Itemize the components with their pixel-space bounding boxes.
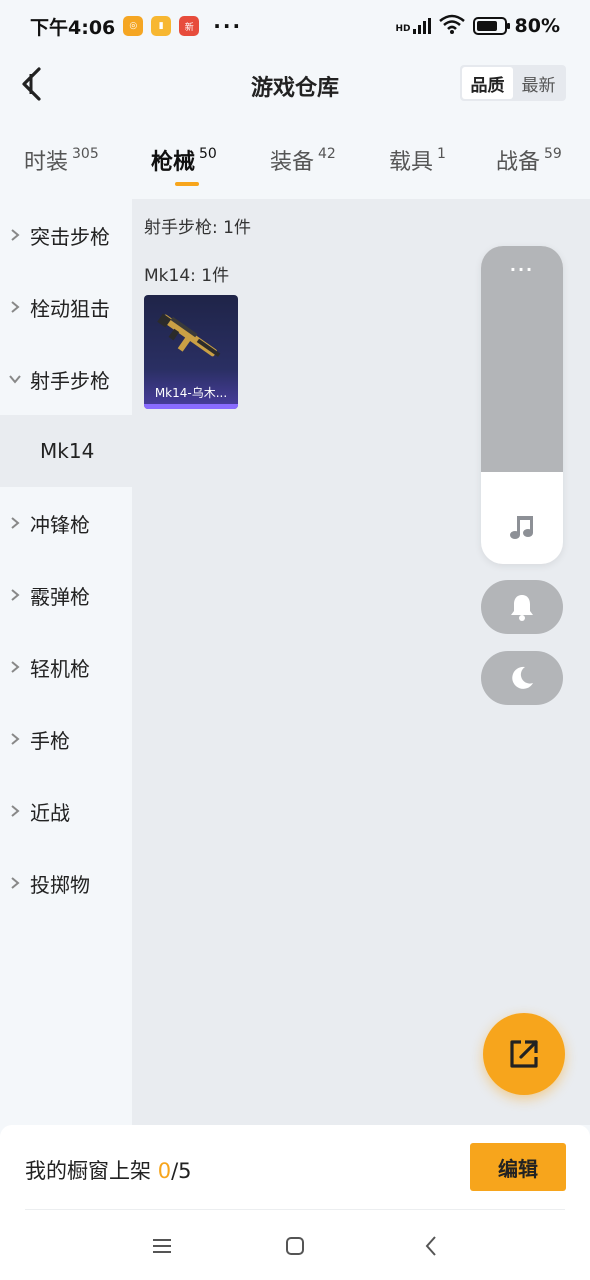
signal-icon: HD: [396, 18, 431, 34]
chevron-right-icon: [0, 228, 30, 242]
showcase-status: 我的橱窗上架 0/5: [25, 1155, 192, 1185]
sidebar-item-label: Mk14: [40, 439, 95, 463]
soul-app-icon: ◎: [123, 16, 144, 36]
sidebar-item-label: 投掷物: [30, 872, 90, 897]
external-link-icon: [510, 1040, 538, 1068]
sidebar-item-label: 霰弹枪: [30, 584, 90, 609]
category-tabs: 时装 305 枪械 50 装备 42 载具 1 战备 59: [0, 130, 590, 194]
tab-fashion[interactable]: 时装 305: [24, 144, 99, 176]
tab-count: 59: [544, 146, 562, 162]
home-square-icon: [286, 1237, 304, 1255]
menu-nav-button[interactable]: [147, 1231, 177, 1261]
chevron-down-icon: [0, 374, 30, 384]
news-app-icon: 新: [179, 16, 200, 36]
back-chevron-icon: [425, 1236, 436, 1256]
tab-count: 42: [318, 146, 336, 162]
tab-count: 305: [72, 146, 99, 162]
sidebar-item-label: 冲锋枪: [30, 512, 90, 537]
sort-quality-option[interactable]: 品质: [462, 67, 513, 99]
tab-count: 50: [199, 146, 217, 162]
tab-equipment[interactable]: 装备 42: [270, 144, 336, 176]
tab-count: 1: [437, 146, 446, 162]
app-header: 游戏仓库 品质 最新: [0, 52, 590, 116]
moon-button[interactable]: [481, 651, 563, 705]
home-nav-button[interactable]: [280, 1231, 310, 1261]
sidebar-item-smg[interactable]: 冲锋枪: [0, 487, 132, 559]
item-rarity-bar: [144, 404, 238, 409]
back-nav-button[interactable]: [416, 1231, 446, 1261]
tab-vehicles[interactable]: 载具 1: [389, 144, 446, 176]
sidebar-item-label: 手枪: [30, 728, 70, 753]
sidebar-item-label: 突击步枪: [30, 224, 110, 249]
group-summary: Mk14: 1件: [144, 266, 230, 286]
sort-newest-option[interactable]: 最新: [513, 67, 564, 99]
moon-icon: [512, 666, 533, 689]
tab-guns[interactable]: 枪械 50: [151, 144, 217, 176]
system-nav-bar: [0, 1211, 590, 1280]
chevron-right-icon: [0, 300, 30, 314]
tab-label: 装备: [270, 150, 315, 175]
sidebar-item-lmg[interactable]: 轻机枪: [0, 631, 132, 703]
weapon-sidebar: 突击步枪 栓动狙击 射手步枪 Mk14 冲锋枪 霰弹枪 轻机枪 手枪 近战 投掷…: [0, 199, 132, 1125]
sidebar-item-pistol[interactable]: 手枪: [0, 703, 132, 775]
more-icon: ···: [509, 260, 535, 279]
chevron-right-icon: [0, 588, 30, 602]
status-bar: 下午4:06 ◎ ▮ 新 ··· HD 80%: [0, 0, 590, 52]
tab-label: 战备: [496, 150, 541, 175]
battery-icon: [472, 17, 510, 35]
sidebar-item-label: 射手步枪: [30, 368, 110, 393]
showcase-total: /5: [171, 1159, 192, 1183]
sidebar-item-marksman-rifle[interactable]: 射手步枪: [0, 343, 132, 415]
showcase-label: 我的橱窗上架: [25, 1159, 151, 1183]
sidebar-item-label: 栓动狙击: [30, 296, 110, 321]
tab-label: 枪械: [151, 150, 196, 175]
battery-percent: 80%: [514, 15, 560, 37]
item-card[interactable]: Mk14-乌木...: [144, 295, 238, 409]
active-tab-indicator: [175, 182, 199, 186]
chevron-right-icon: [0, 732, 30, 746]
floating-panel-slider[interactable]: ···: [481, 246, 563, 472]
share-fab-button[interactable]: [483, 1013, 565, 1095]
sidebar-item-assault-rifle[interactable]: 突击步枪: [0, 199, 132, 271]
divider: [25, 1209, 565, 1210]
wifi-icon: [438, 14, 465, 39]
bell-button[interactable]: [481, 580, 563, 634]
rifle-icon: [157, 313, 221, 357]
sidebar-item-shotgun[interactable]: 霰弹枪: [0, 559, 132, 631]
category-summary: 射手步枪: 1件: [144, 218, 251, 238]
sidebar-item-melee[interactable]: 近战: [0, 775, 132, 847]
tab-tactical[interactable]: 战备 59: [496, 144, 562, 176]
floating-panel[interactable]: ···: [481, 246, 563, 564]
item-name: Mk14-乌木...: [154, 386, 228, 400]
status-time: 下午4:06: [30, 16, 116, 39]
tab-label: 时装: [24, 150, 69, 175]
showcase-count: 0: [157, 1159, 172, 1183]
sidebar-item-label: 轻机枪: [30, 656, 90, 681]
sidebar-item-throwable[interactable]: 投掷物: [0, 847, 132, 919]
status-more-icon: ···: [213, 14, 243, 38]
edit-button[interactable]: 编辑: [470, 1143, 566, 1191]
menu-icon: [153, 1239, 171, 1253]
sidebar-item-label: 近战: [30, 800, 70, 825]
chevron-right-icon: [0, 660, 30, 674]
tab-label: 载具: [389, 150, 434, 175]
sort-toggle: 品质 最新: [460, 65, 566, 101]
bell-icon: [511, 595, 533, 621]
music-icon[interactable]: [508, 514, 536, 542]
chevron-right-icon: [0, 876, 30, 890]
showcase-bar: 我的橱窗上架 0/5 编辑: [0, 1125, 590, 1211]
network-label: HD: [395, 24, 411, 34]
chevron-right-icon: [0, 516, 30, 530]
sidebar-subitem-mk14[interactable]: Mk14: [0, 415, 132, 487]
battery-fill: [476, 21, 498, 31]
chevron-right-icon: [0, 804, 30, 818]
sidebar-item-bolt-sniper[interactable]: 栓动狙击: [0, 271, 132, 343]
chat-app-icon: ▮: [151, 16, 172, 36]
